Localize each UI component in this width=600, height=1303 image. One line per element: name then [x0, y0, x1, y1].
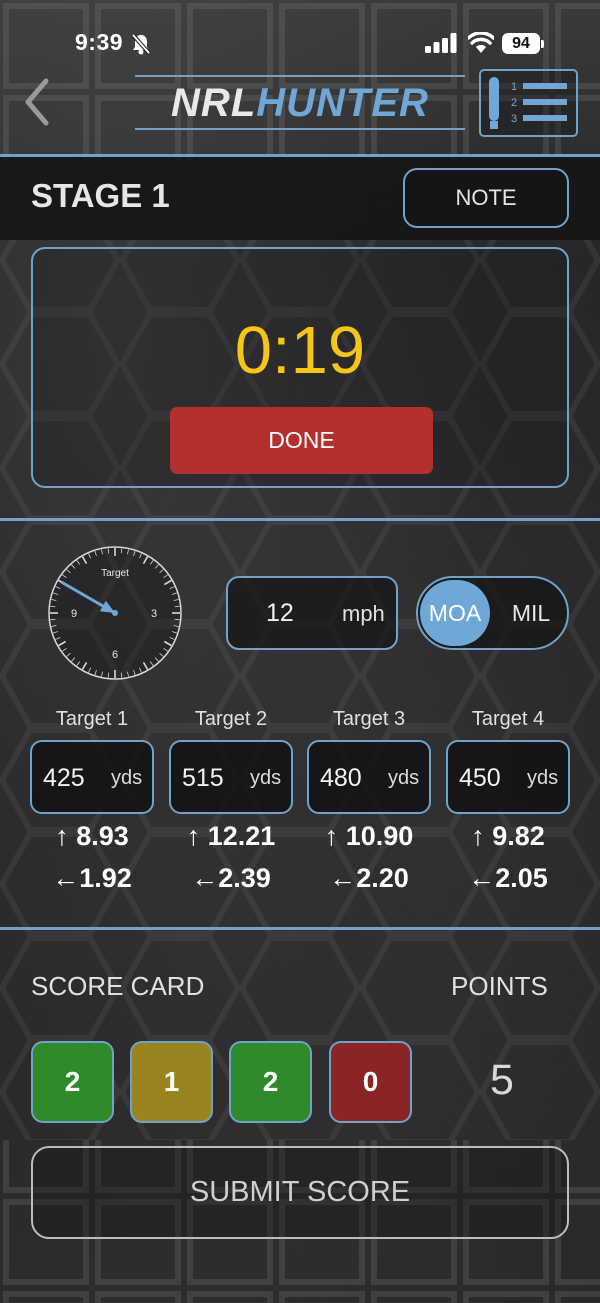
- target-label: Target 1: [55, 708, 129, 730]
- elevation-value: 12.21: [207, 821, 276, 851]
- score-box-2[interactable]: 1: [130, 1041, 213, 1123]
- timer-divider: [0, 518, 600, 521]
- windage-value: 2.39: [218, 863, 271, 893]
- clock-tick: [174, 618, 180, 621]
- unit-toggle[interactable]: MOA MIL: [416, 576, 569, 650]
- target-range-value: 425: [43, 764, 85, 792]
- target-elevation: ↑ 12.21: [169, 821, 293, 852]
- clock-tick: [107, 548, 110, 554]
- left-arrow-icon: ←: [329, 863, 357, 893]
- scorecard-list-icon: 1 2 3: [489, 77, 567, 129]
- target-range-value: 515: [182, 764, 224, 792]
- done-button[interactable]: DONE: [170, 407, 433, 474]
- target-column-4: Target 4 450 yds ↑ 9.82 ←2.05: [446, 708, 570, 898]
- app-screen: 9:39 94 NRLHUNTER 1 2 3 STAGE 1 NOTE 0:1…: [0, 0, 600, 1303]
- clock-tick: [50, 618, 56, 621]
- target-elevation: ↑ 9.82: [446, 821, 570, 852]
- stage-title: STAGE 1: [31, 177, 170, 214]
- target-windage: ←2.20: [307, 863, 431, 894]
- clock-label-target: Target: [101, 568, 129, 579]
- list-number-2: 2: [511, 97, 517, 109]
- up-arrow-icon: ↑: [55, 821, 69, 851]
- clock-number-9: 9: [71, 608, 77, 620]
- target-range-field[interactable]: 515 yds: [169, 740, 293, 814]
- stage-bar: STAGE 1 NOTE: [0, 157, 600, 240]
- clock-tick: [174, 605, 180, 608]
- clock-tick: [107, 672, 110, 678]
- target-range-unit: yds: [111, 767, 143, 789]
- up-arrow-icon: ↑: [324, 821, 339, 851]
- target-range-field[interactable]: 425 yds: [30, 740, 154, 814]
- target-range-unit: yds: [250, 767, 282, 789]
- windage-value: 2.20: [356, 863, 409, 893]
- logo-hunter: HUNTER: [256, 81, 429, 125]
- target-range-unit: yds: [527, 767, 559, 789]
- logo-nrl: NRL: [171, 81, 257, 125]
- up-arrow-icon: ↑: [186, 821, 201, 851]
- score-box-3[interactable]: 2: [229, 1041, 312, 1123]
- back-chevron-icon[interactable]: [20, 77, 54, 127]
- score-box-1[interactable]: 2: [31, 1041, 114, 1123]
- clock-tick: [120, 548, 123, 554]
- target-elevation: ↑ 10.90: [307, 821, 431, 852]
- clock-tick: [50, 605, 56, 608]
- target-windage: ←1.92: [30, 863, 154, 894]
- points-value: 5: [490, 1056, 514, 1104]
- silent-bell-icon: [131, 33, 151, 55]
- clock-number-6: 6: [112, 649, 118, 661]
- list-number-1: 1: [511, 81, 517, 93]
- status-time: 9:39: [75, 29, 124, 55]
- target-label: Target 4: [471, 708, 545, 730]
- elevation-value: 10.90: [345, 821, 414, 851]
- wind-speed-value: 12: [266, 599, 294, 627]
- wind-clock-icon[interactable]: Target 3 6 9: [46, 544, 184, 682]
- left-arrow-icon: ←: [191, 863, 219, 893]
- target-elevation: ↑ 8.93: [30, 821, 154, 852]
- wind-hand-pivot: [112, 610, 118, 616]
- logo-top-line: [135, 75, 465, 77]
- timer-panel: 0:19 DONE: [31, 247, 569, 488]
- target-range-value: 480: [320, 764, 362, 792]
- target-column-2: Target 2 515 yds ↑ 12.21 ←2.39: [169, 708, 293, 898]
- target-label: Target 2: [194, 708, 268, 730]
- list-number-3: 3: [511, 113, 517, 125]
- points-title: POINTS: [451, 971, 548, 1001]
- submit-score-button[interactable]: SUBMIT SCORE: [31, 1146, 569, 1239]
- clock-number-3: 3: [151, 608, 157, 620]
- elevation-value: 8.93: [76, 821, 129, 851]
- targets-divider: [0, 927, 600, 930]
- toggle-mil[interactable]: MIL: [496, 580, 566, 646]
- wind-speed-unit: mph: [342, 601, 385, 626]
- up-arrow-icon: ↑: [471, 821, 485, 851]
- target-range-field[interactable]: 480 yds: [307, 740, 431, 814]
- score-box-4[interactable]: 0: [329, 1041, 412, 1123]
- clock-tick: [120, 672, 123, 678]
- wifi-icon: [468, 32, 494, 53]
- scorecard-list-button[interactable]: 1 2 3: [479, 69, 578, 137]
- target-windage: ←2.05: [446, 863, 570, 894]
- left-arrow-icon: ←: [52, 863, 80, 893]
- battery-icon: 94: [502, 33, 540, 54]
- target-label: Target 3: [332, 708, 406, 730]
- target-range-value: 450: [459, 764, 501, 792]
- target-range-field[interactable]: 450 yds: [446, 740, 570, 814]
- signal-icon: [425, 33, 457, 53]
- left-arrow-icon: ←: [468, 863, 496, 893]
- target-column-1: Target 1 425 yds ↑ 8.93 ←1.92: [30, 708, 154, 898]
- windage-value: 1.92: [79, 863, 132, 893]
- toggle-moa[interactable]: MOA: [420, 580, 490, 646]
- battery-tip: [541, 40, 544, 48]
- windage-value: 2.05: [495, 863, 548, 893]
- note-button[interactable]: NOTE: [403, 168, 569, 228]
- nrl-hunter-logo: NRLHUNTER: [135, 72, 465, 134]
- elevation-value: 9.82: [492, 821, 545, 851]
- timer-value: 0:19: [234, 313, 366, 388]
- target-range-unit: yds: [388, 767, 420, 789]
- target-windage: ←2.39: [169, 863, 293, 894]
- wind-speed-field[interactable]: 12 mph: [226, 576, 398, 650]
- logo-bottom-line: [135, 128, 465, 130]
- score-card-title: SCORE CARD: [31, 971, 205, 1001]
- logo-text: NRLHUNTER: [135, 81, 465, 125]
- target-column-3: Target 3 480 yds ↑ 10.90 ←2.20: [307, 708, 431, 898]
